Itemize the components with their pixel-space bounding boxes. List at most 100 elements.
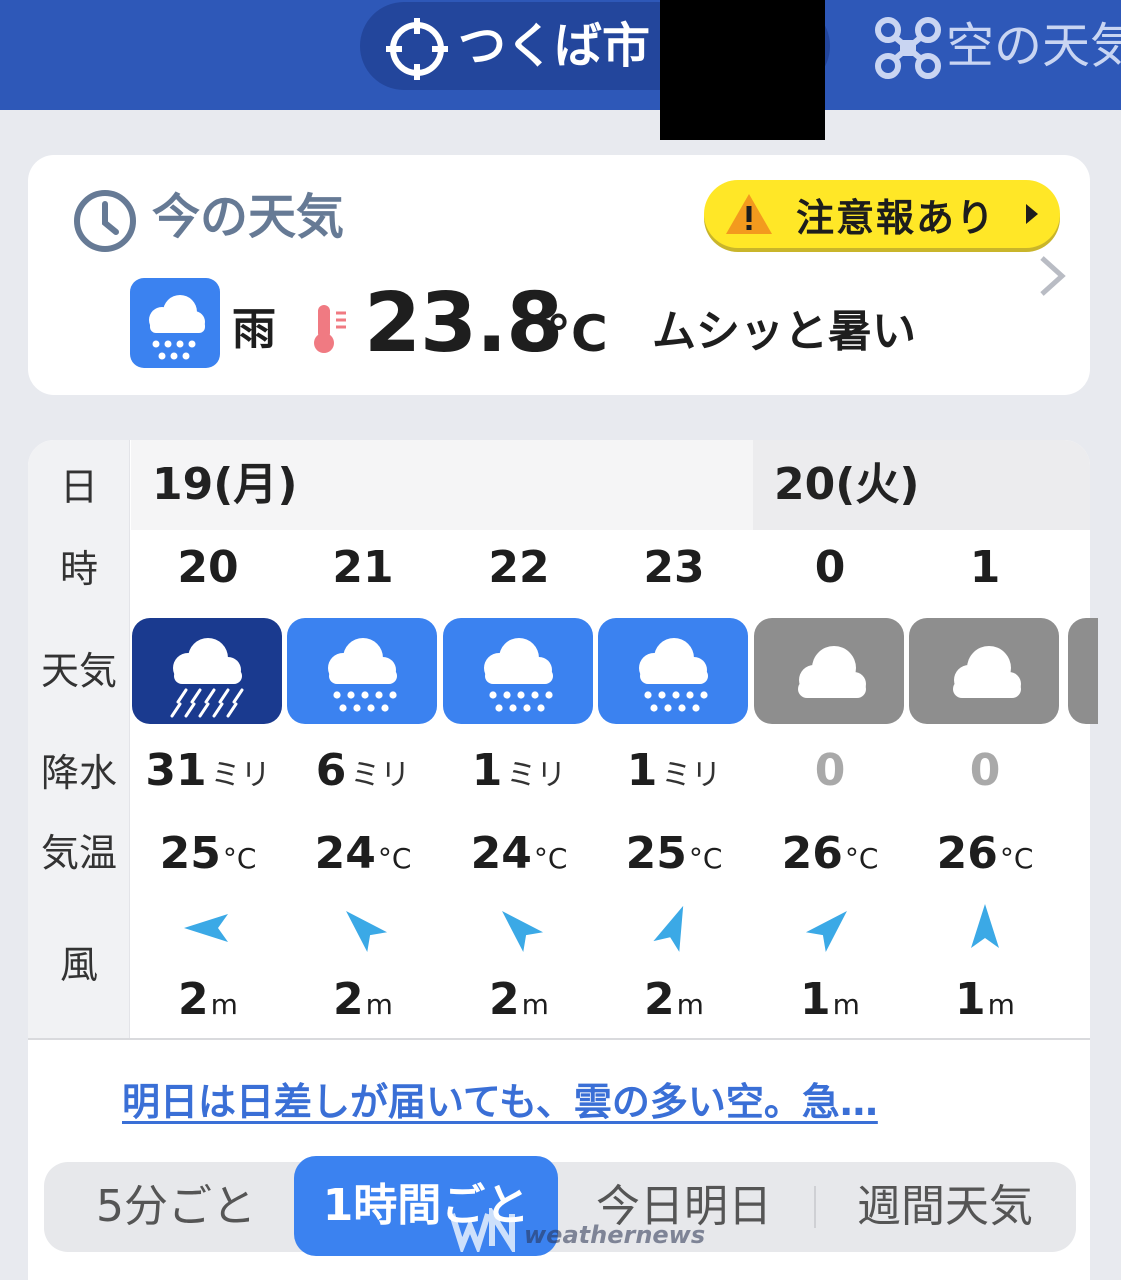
row-label-wind: 風	[59, 943, 98, 987]
day-label-2: 20(火)	[774, 459, 920, 510]
row-label-day: 日	[59, 465, 98, 509]
heavy-rain-icon	[132, 618, 282, 724]
precipitation: 1 ミリ	[596, 740, 752, 811]
temperature: 26°C	[752, 824, 908, 893]
temperature: 24°C	[285, 824, 441, 893]
row-label-hour: 時	[59, 547, 98, 591]
precipitation: 6 ミリ	[285, 740, 441, 811]
wind-direction-icon	[805, 911, 847, 953]
play-arrow-icon	[1026, 204, 1038, 224]
tab-5min[interactable]: 5分ごと	[66, 1162, 286, 1252]
temp-unit: °C	[844, 842, 879, 875]
precipitation: 31 ミリ	[130, 740, 286, 811]
wind-value: 2	[489, 974, 520, 1025]
wind-value: 1	[800, 974, 831, 1025]
precip-value: 31	[145, 745, 207, 796]
temp-value: 25	[625, 828, 687, 879]
weathernews-logo-mark	[449, 1208, 515, 1252]
precip-unit: ミリ	[506, 758, 567, 793]
day-label-1: 19(月)	[152, 459, 298, 510]
precip-unit: ミリ	[661, 758, 722, 793]
wind-unit: m	[676, 988, 704, 1021]
precipitation: 0	[907, 740, 1063, 811]
location-name[interactable]: つくば市	[458, 14, 650, 78]
wind-direction-icon	[971, 904, 999, 948]
chevron-right-icon[interactable]	[1034, 254, 1070, 298]
current-temperature: 23.8	[364, 276, 563, 371]
tab-weekly[interactable]: 週間天気	[830, 1162, 1060, 1252]
wind-speed: 2m	[596, 970, 752, 1039]
precipitation: 1 ミリ	[441, 740, 597, 811]
hour-column: 22 1 ミリ 24°C 2m	[441, 530, 597, 1038]
wind-direction-icon	[346, 911, 388, 953]
current-condition: 雨	[232, 304, 276, 355]
hour-column: 1 0 26°C 1m	[907, 530, 1063, 1038]
warning-icon	[726, 194, 772, 234]
wind-direction-icon	[653, 905, 684, 952]
sky-weather-link[interactable]: 空の天気	[946, 14, 1121, 78]
cloudy-icon	[754, 618, 904, 724]
tab-separator	[814, 1186, 816, 1228]
precip-unit: ミリ	[350, 758, 411, 793]
temperature: 25°C	[596, 824, 752, 893]
forecast-commentary-link[interactable]: 明日は日差しが届いても、雲の多い空。急…	[122, 1074, 878, 1130]
hour-label: 1	[969, 542, 1001, 593]
hour-label: 22	[488, 542, 550, 593]
target-icon	[386, 18, 448, 80]
temp-value: 24	[470, 828, 532, 879]
hour-column: 0 0 26°C 1m	[752, 530, 908, 1038]
wind-unit: m	[365, 988, 393, 1021]
current-weather-title: 今の天気	[152, 189, 345, 245]
wind-speed: 1m	[907, 970, 1063, 1039]
rain-icon	[287, 618, 437, 724]
wind-direction-icon	[502, 911, 544, 953]
current-temp-unit: °C	[546, 305, 608, 363]
next-hour-peek	[1068, 618, 1098, 724]
wind-speed: 2m	[130, 970, 286, 1039]
temp-unit: °C	[533, 842, 568, 875]
temp-value: 26	[936, 828, 998, 879]
hour-label: 20	[177, 542, 239, 593]
wind-value: 2	[644, 974, 675, 1025]
advisory-button[interactable]: 注意報あり	[704, 180, 1060, 248]
wind-speed: 2m	[285, 970, 441, 1039]
precip-unit: ミリ	[210, 758, 271, 793]
current-feel: ムシッと暑い	[652, 306, 916, 357]
temperature: 26°C	[907, 824, 1063, 893]
precip-value: 0	[969, 745, 1001, 796]
advisory-label: 注意報あり	[796, 195, 997, 240]
row-label-temp: 気温	[40, 831, 117, 875]
wind-value: 1	[955, 974, 986, 1025]
precipitation: 0	[752, 740, 908, 811]
precip-value: 1	[471, 745, 503, 796]
hour-column: 20 31 ミリ 25°C 2m	[130, 530, 286, 1038]
rain-icon	[598, 618, 748, 724]
temperature: 25°C	[130, 824, 286, 893]
temp-value: 25	[159, 828, 221, 879]
wind-value: 2	[333, 974, 364, 1025]
precip-value: 1	[626, 745, 658, 796]
precip-value: 6	[315, 745, 347, 796]
temp-unit: °C	[377, 842, 412, 875]
wind-speed: 2m	[441, 970, 597, 1039]
thermometer-icon	[314, 305, 346, 353]
wind-unit: m	[832, 988, 860, 1021]
row-label-precip: 降水	[40, 751, 117, 795]
temperature: 24°C	[441, 824, 597, 893]
temp-value: 26	[781, 828, 843, 879]
hour-label: 23	[643, 542, 705, 593]
wind-value: 2	[178, 974, 209, 1025]
wind-unit: m	[987, 988, 1015, 1021]
temp-unit: °C	[999, 842, 1034, 875]
hour-column: 21 6 ミリ 24°C 2m	[285, 530, 441, 1038]
hour-label: 0	[814, 542, 846, 593]
cloudy-icon	[909, 618, 1059, 724]
redaction-block	[660, 0, 825, 140]
weathernews-watermark: weathernews	[524, 1221, 706, 1249]
wind-direction-icon	[184, 914, 228, 942]
wind-unit: m	[521, 988, 549, 1021]
rain-icon	[443, 618, 593, 724]
temp-value: 24	[314, 828, 376, 879]
hour-column: 23 1 ミリ 25°C 2m	[596, 530, 752, 1038]
temp-unit: °C	[222, 842, 257, 875]
